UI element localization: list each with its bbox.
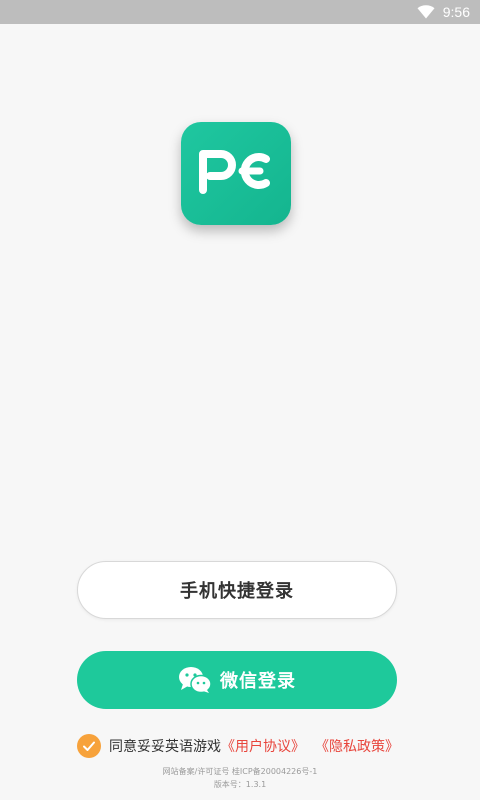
agree-checkbox[interactable] xyxy=(77,734,101,758)
status-bar: 9:56 xyxy=(0,0,480,24)
login-screen: 9:56 手机快捷登录 微信登录 同意妥妥英语游戏 《用户协议》 《隐私政策》 … xyxy=(0,0,480,800)
privacy-policy-link[interactable]: 《隐私政策》 xyxy=(315,736,399,756)
status-time: 9:56 xyxy=(442,4,470,20)
agreement-text: 同意妥妥英语游戏 xyxy=(109,739,221,755)
wechat-icon xyxy=(179,667,212,694)
pe-logo-icon xyxy=(199,150,270,194)
app-logo xyxy=(181,122,291,225)
version-text: 版本号：1.3.1 xyxy=(213,780,267,789)
wifi-icon xyxy=(417,5,435,19)
phone-login-label: 手机快捷登录 xyxy=(180,581,294,602)
license-text: 网站备案/许可证号 桂ICP备20004226号-1 xyxy=(162,767,318,776)
user-agreement-link[interactable]: 《用户协议》 xyxy=(221,736,305,756)
agreement-row: 同意妥妥英语游戏 《用户协议》 《隐私政策》 xyxy=(77,733,399,759)
status-right: 9:56 xyxy=(417,0,470,24)
wechat-login-button[interactable]: 微信登录 xyxy=(77,651,397,709)
wechat-login-label: 微信登录 xyxy=(220,671,296,692)
check-icon xyxy=(83,741,95,751)
phone-login-button[interactable]: 手机快捷登录 xyxy=(77,561,397,619)
